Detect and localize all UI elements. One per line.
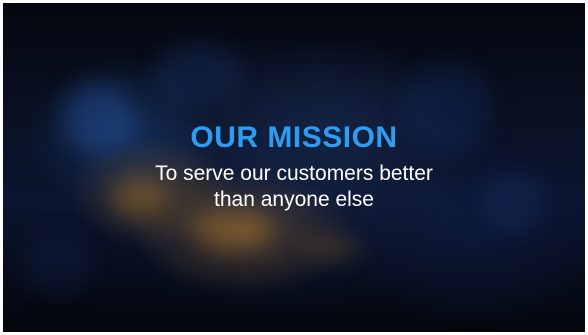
- slide-canvas: OUR MISSION To serve our customers bette…: [3, 3, 585, 332]
- subtitle-line-1: To serve our customers better: [155, 162, 433, 185]
- slide-subtitle: To serve our customers better than anyon…: [3, 161, 585, 213]
- subtitle-line-2: than anyone else: [214, 188, 374, 211]
- slide-content: OUR MISSION To serve our customers bette…: [3, 3, 585, 332]
- slide-title: OUR MISSION: [190, 121, 398, 154]
